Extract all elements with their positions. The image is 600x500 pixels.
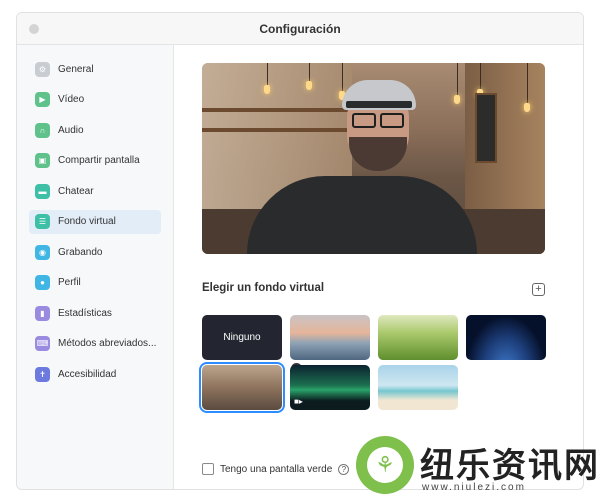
gear-icon: ⚙ [35,61,50,77]
watermark-text: 纽乐资讯网 [420,446,600,486]
sidebar-item-label: Vídeo [58,94,85,105]
add-background-button[interactable]: + [532,283,545,296]
sidebar-item-shortcuts[interactable]: ⌨ Métodos abreviados... [29,332,161,356]
preview-lamp [264,85,270,94]
sidebar-item-label: Estadísticas [58,307,112,319]
sidebar-item-label: Fondo virtual [58,216,116,227]
preview-lamp-cord [342,63,343,91]
sidebar-item-general[interactable]: ⚙ General [29,57,161,81]
green-screen-checkbox[interactable] [202,463,214,475]
window-close-button[interactable] [29,24,39,34]
preview-lamp [306,81,312,90]
green-screen-row: Tengo una pantalla verde ? [202,463,350,475]
background-thumb-aurora[interactable]: ■▸ [290,365,370,410]
person-body [247,176,477,254]
preview-lamp-cord [527,63,528,103]
statistics-icon: ▮ [35,305,50,321]
preview-lamp [524,103,530,112]
person-beard [349,137,407,171]
watermark-logo-icon: ⚘ [356,436,414,494]
preview-chalkboard [475,93,497,163]
help-icon[interactable]: ? [338,463,350,475]
video-camera-icon: ■▸ [294,397,303,406]
background-thumb-none[interactable]: Ninguno [202,315,282,360]
sidebar-item-recording[interactable]: ◉ Grabando [29,240,161,264]
sidebar-item-profile[interactable]: ● Perfil [29,271,161,295]
sidebar-item-statistics[interactable]: ▮ Estadísticas [29,301,161,325]
preview-lamp [454,95,460,104]
preview-lamp-cord [457,63,458,95]
watermark-url: www.niulezi.com [422,482,526,493]
background-thumb-grass[interactable] [378,315,458,360]
preview-lamp-cord [309,63,310,81]
window-title: Configuración [259,21,341,36]
preview-shelf [202,128,352,132]
settings-window: Configuración ⚙ General ▶ Vídeo ∩ Audio … [16,12,584,490]
glasses-right-lens [380,113,404,128]
background-thumb-bridge[interactable] [290,315,370,360]
virtual-background-icon: ☰ [35,214,50,229]
camera-preview [202,63,545,254]
sidebar-item-label: Accesibilidad [58,368,117,380]
sidebar-item-label: Perfil [58,277,81,288]
sidebar-item-label: General [58,63,94,75]
virtual-background-panel: Elegir un fondo virtual + Ninguno ✕ ■▸ T… [175,45,583,489]
sidebar-item-label: Chatear [58,185,94,197]
accessibility-icon: ✝ [35,366,50,382]
preview-shelf [202,108,352,112]
sidebar-item-audio[interactable]: ∩ Audio [29,118,161,142]
sidebar-item-chat[interactable]: ▬ Chatear [29,179,161,203]
background-thumb-cafe[interactable] [199,362,285,413]
video-camera-icon: ▶ [35,92,50,107]
background-none-label: Ninguno [223,332,261,343]
headphones-icon: ∩ [35,122,50,138]
person-cap-band [346,101,412,108]
sidebar-item-accessibility[interactable]: ✝ Accesibilidad [29,362,161,386]
sidebar-item-label: Métodos abreviados... [58,338,157,349]
chat-bubble-icon: ▬ [35,183,50,199]
watermark: ⚘ 纽乐资讯网 www.niulezi.com [352,432,600,500]
glasses-left-lens [352,113,376,128]
preview-lamp-cord [267,63,268,85]
section-title: Elegir un fondo virtual [202,282,325,294]
sidebar-item-virtual-background[interactable]: ☰ Fondo virtual [29,209,161,234]
profile-icon: ● [35,275,50,290]
background-thumb-earth[interactable] [466,315,546,360]
sidebar-item-label: Grabando [58,246,103,258]
sidebar-item-share-screen[interactable]: ▣ Compartir pantalla [29,149,161,173]
background-thumb-beach[interactable] [378,365,458,410]
sidebar-item-video[interactable]: ▶ Vídeo [29,88,161,112]
share-screen-icon: ▣ [35,153,50,168]
sidebar-item-label: Audio [58,124,84,136]
record-icon: ◉ [35,244,50,260]
preview-lamp-cord [480,63,481,89]
plus-icon: + [535,283,542,295]
sidebar-item-label: Compartir pantalla [58,155,140,166]
green-screen-label: Tengo una pantalla verde [220,463,333,475]
keyboard-icon: ⌨ [35,336,50,351]
settings-sidebar: ⚙ General ▶ Vídeo ∩ Audio ▣ Compartir pa… [17,45,174,489]
leaf-icon: ⚘ [367,447,403,483]
title-bar: Configuración [17,13,583,45]
